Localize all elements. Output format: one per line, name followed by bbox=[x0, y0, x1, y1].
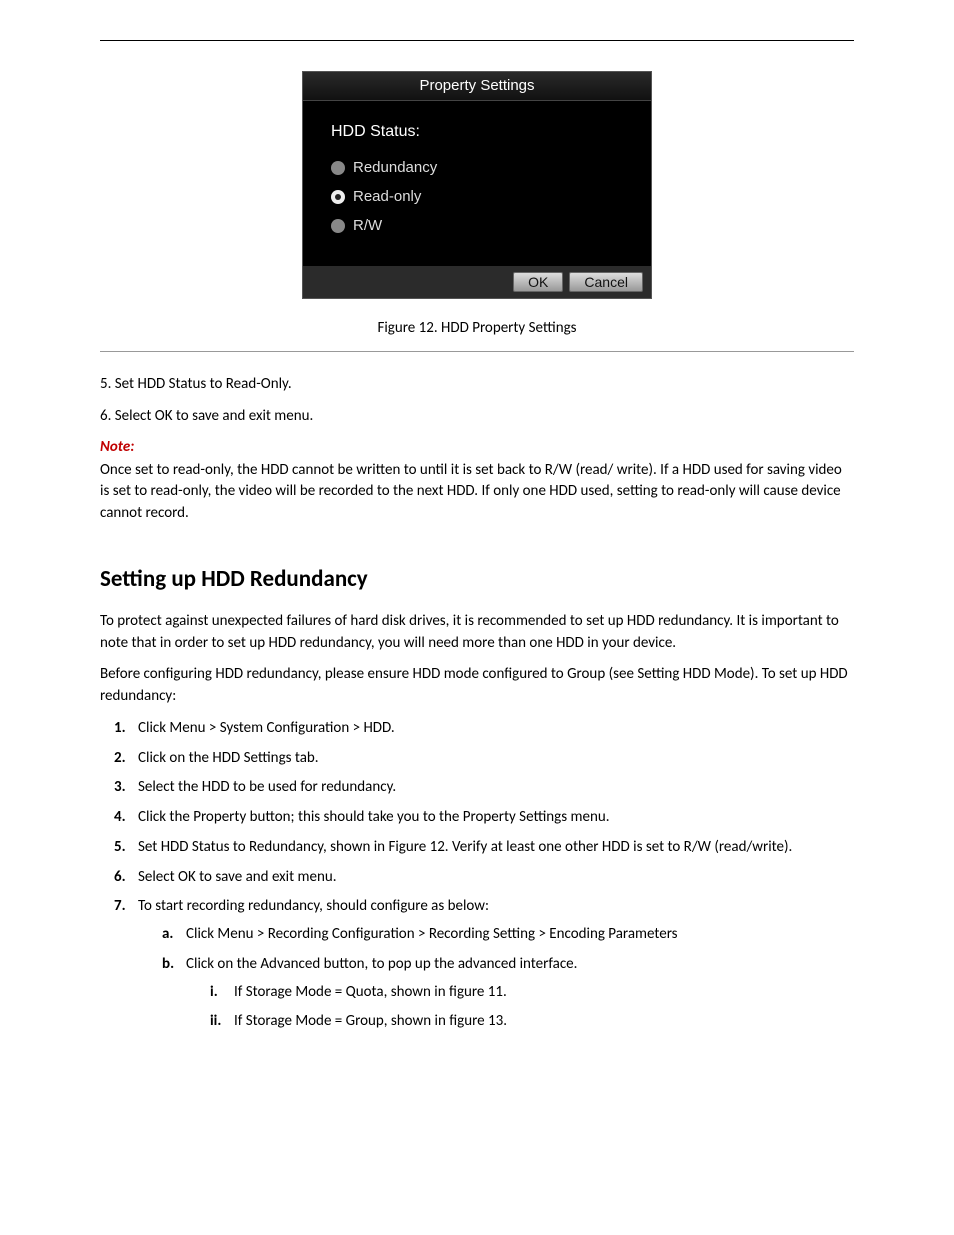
ok-button[interactable]: OK bbox=[513, 272, 563, 292]
step-7b: Click on the Advanced button, to pop up … bbox=[148, 954, 854, 1033]
dialog-footer: OK Cancel bbox=[303, 266, 651, 298]
radio-icon bbox=[331, 190, 345, 204]
step-text: Select the HDD to be used for redundancy… bbox=[138, 778, 396, 796]
radio-label: R/W bbox=[353, 217, 382, 234]
radio-option-rw[interactable]: R/W bbox=[331, 217, 623, 234]
figure-caption: Figure 12. HDD Property Settings bbox=[100, 319, 854, 337]
step-text: Click on the HDD Settings tab. bbox=[138, 749, 319, 767]
step-text: Select OK to save and exit menu. bbox=[138, 868, 337, 886]
step-6-text: 6. Select OK to save and exit menu. bbox=[100, 406, 854, 428]
radio-option-redundancy[interactable]: Redundancy bbox=[331, 159, 623, 176]
note-block: Note: Once set to read-only, the HDD can… bbox=[100, 438, 854, 525]
step-7b-substeps: If Storage Mode = Quota, shown in figure… bbox=[186, 982, 854, 1034]
step-7b-i: If Storage Mode = Quota, shown in figure… bbox=[196, 982, 854, 1004]
redundancy-steps: Click Menu > System Configuration > HDD.… bbox=[100, 718, 854, 1033]
step-7b-ii: If Storage Mode = Group, shown in figure… bbox=[196, 1011, 854, 1033]
step-4: Click the Property button; this should t… bbox=[100, 807, 854, 829]
step-3: Select the HDD to be used for redundancy… bbox=[100, 777, 854, 799]
step-text: Click on the Advanced button, to pop up … bbox=[186, 955, 577, 973]
radio-icon bbox=[331, 161, 345, 175]
top-rule bbox=[100, 40, 854, 41]
dialog-title: Property Settings bbox=[303, 72, 651, 101]
step-5: Set HDD Status to Redundancy, shown in F… bbox=[100, 837, 854, 859]
step-text: If Storage Mode = Quota, shown in figure… bbox=[234, 983, 507, 1001]
dialog-body: HDD Status: Redundancy Read-only R/W bbox=[303, 101, 651, 266]
dialog-wrap: Property Settings HDD Status: Redundancy… bbox=[100, 71, 854, 299]
step-6: Select OK to save and exit menu. bbox=[100, 867, 854, 889]
step-text: Click Menu > System Configuration > HDD. bbox=[138, 719, 395, 737]
note-label: Note: bbox=[100, 438, 854, 456]
step-7: To start recording redundancy, should co… bbox=[100, 896, 854, 1033]
property-settings-dialog: Property Settings HDD Status: Redundancy… bbox=[302, 71, 652, 299]
step-2: Click on the HDD Settings tab. bbox=[100, 748, 854, 770]
radio-label: Redundancy bbox=[353, 159, 437, 176]
step-text: Click Menu > Recording Configuration > R… bbox=[186, 925, 678, 943]
thin-rule bbox=[100, 351, 854, 352]
radio-option-read-only[interactable]: Read-only bbox=[331, 188, 623, 205]
step-text: Click the Property button; this should t… bbox=[138, 808, 610, 826]
redundancy-intro: To protect against unexpected failures o… bbox=[100, 611, 854, 655]
step-text: If Storage Mode = Group, shown in figure… bbox=[234, 1012, 507, 1030]
radio-label: Read-only bbox=[353, 188, 421, 205]
note-text: Once set to read-only, the HDD cannot be… bbox=[100, 460, 854, 525]
step-7a: Click Menu > Recording Configuration > R… bbox=[148, 924, 854, 946]
redundancy-before: Before configuring HDD redundancy, pleas… bbox=[100, 664, 854, 708]
cancel-button[interactable]: Cancel bbox=[569, 272, 643, 292]
step-7-substeps: Click Menu > Recording Configuration > R… bbox=[138, 924, 854, 1033]
step-text: To start recording redundancy, should co… bbox=[138, 897, 489, 915]
step-5-text: 5. Set HDD Status to Read-Only. bbox=[100, 374, 854, 396]
step-text: Set HDD Status to Redundancy, shown in F… bbox=[138, 838, 792, 856]
hdd-status-label: HDD Status: bbox=[331, 123, 623, 141]
step-1: Click Menu > System Configuration > HDD. bbox=[100, 718, 854, 740]
heading-hdd-redundancy: Setting up HDD Redundancy bbox=[100, 565, 854, 593]
radio-icon bbox=[331, 219, 345, 233]
